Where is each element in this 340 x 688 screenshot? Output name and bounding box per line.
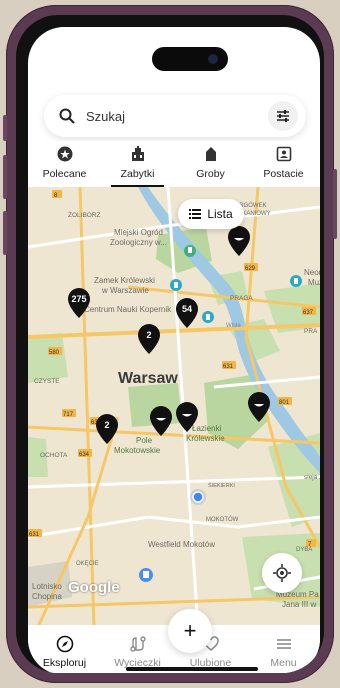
power-button (333, 169, 337, 239)
cluster-pin[interactable]: 2 (94, 413, 120, 445)
category-tabs: Polecane Zabytki Groby Postacie (28, 141, 320, 187)
cluster-count: 2 (146, 330, 152, 340)
cluster-pin[interactable]: 275 (66, 287, 92, 319)
map-label: Chopina (32, 592, 62, 601)
dynamic-island (152, 47, 228, 71)
map-label: Lotnisko (32, 582, 62, 591)
screen: 8 629 637 580 631 801 717 634 634 631 7 … (28, 27, 320, 673)
tab-label: Groby (196, 168, 225, 180)
nav-menu[interactable]: Menu (247, 625, 320, 673)
map-label: Jana III w (282, 600, 316, 609)
sliders-icon (277, 110, 289, 122)
nav-eksploruj[interactable]: Eksploruj (28, 625, 101, 673)
nav-label: Menu (270, 657, 297, 669)
nav-label: Eksploruj (42, 657, 87, 669)
castle-poi-icon[interactable] (170, 279, 182, 291)
map-label: Neon (304, 268, 320, 277)
list-icon (189, 209, 202, 219)
road-badge: 717 (63, 412, 74, 418)
star-badge-icon (57, 146, 72, 162)
search-icon (59, 108, 75, 124)
side-button (3, 115, 7, 141)
volume-down-button (3, 211, 7, 255)
tab-zabytki[interactable]: Zabytki (101, 141, 174, 187)
home-indicator (126, 667, 258, 671)
map-label: Miejski Ogród (114, 228, 163, 237)
volume-up-button (3, 155, 7, 199)
cluster-pin[interactable]: 2 (136, 323, 162, 355)
map-label: Mokotowskie (114, 446, 161, 455)
cluster-count: 2 (104, 420, 110, 430)
tab-polecane[interactable]: Polecane (28, 141, 101, 187)
add-button[interactable]: + (168, 609, 212, 653)
tombstone-icon (205, 147, 216, 161)
tab-label: Postacie (263, 168, 304, 180)
monument-pin[interactable] (174, 401, 200, 433)
map-label: MOKOTÓW (206, 516, 239, 523)
cluster-pin[interactable]: 54 (174, 297, 200, 329)
tab-postacie[interactable]: Postacie (247, 141, 320, 187)
map-label: Centrum Nauki Kopernik (84, 305, 172, 314)
map-label: Królewskie (186, 434, 225, 443)
monument-pin[interactable] (226, 225, 252, 257)
map-label: Pole (136, 436, 153, 445)
map-label: Zoologiczny w... (110, 238, 167, 247)
tab-groby[interactable]: Groby (174, 141, 247, 187)
map-label: sleja Ż (304, 472, 320, 481)
road-badge: 634 (79, 452, 90, 458)
route-icon (129, 636, 146, 652)
crosshair-icon (273, 564, 291, 582)
search-input[interactable]: Szukaj (86, 109, 125, 124)
camera-icon (208, 54, 218, 64)
map-label: OKĘCIE (76, 561, 99, 567)
map-label: Wisła (226, 323, 241, 329)
road-badge: 801 (279, 400, 290, 406)
nav-wycieczki[interactable]: Wycieczki (101, 625, 174, 673)
tab-label: Zabytki (120, 168, 155, 180)
my-location-dot (192, 491, 204, 503)
road-badge: 637 (303, 310, 314, 316)
portrait-icon (276, 146, 291, 162)
monument-pin[interactable] (246, 391, 272, 423)
road-badge: 629 (245, 266, 256, 272)
map-label: Zamek Królewski (94, 276, 155, 285)
map-label: Muz (308, 278, 320, 287)
zoo-poi-icon[interactable] (184, 245, 196, 257)
neon-museum-poi-icon[interactable] (290, 275, 302, 287)
map-label: PRA (304, 328, 318, 335)
list-view-label: Lista (207, 207, 233, 221)
search-bar[interactable]: Szukaj (44, 95, 306, 137)
map-label: DYBA (296, 547, 312, 553)
map-label: OCHOTA (40, 452, 68, 459)
road-badge: 580 (49, 350, 60, 356)
map-label: ŚIEKIERKI (208, 481, 235, 489)
map-label: CZYSTE (34, 378, 60, 385)
list-view-button[interactable]: Lista (178, 199, 244, 229)
city-label: Warsaw (118, 370, 178, 387)
museum-poi-icon[interactable] (202, 311, 214, 323)
building-icon (131, 146, 144, 161)
road-badge: 631 (29, 532, 40, 538)
cluster-count: 275 (71, 294, 87, 304)
filter-button[interactable] (268, 101, 298, 131)
map-label: ŻOLIBORZ (68, 210, 101, 219)
map-label: Westfield Mokotów (148, 540, 215, 549)
menu-icon (276, 639, 291, 649)
google-logo: Google (68, 579, 120, 596)
map-label: w Warszawie (101, 286, 149, 295)
road-badge: 631 (223, 364, 234, 370)
mall-poi-icon[interactable] (139, 568, 153, 582)
my-location-button[interactable] (262, 553, 302, 593)
cluster-count: 54 (181, 304, 192, 314)
monument-pin[interactable] (148, 405, 174, 437)
phone-frame: 8 629 637 580 631 801 717 634 634 631 7 … (3, 5, 337, 683)
tab-label: Polecane (42, 168, 87, 180)
compass-icon (56, 635, 73, 653)
map-label: PRAGA (230, 295, 253, 302)
bezel: 8 629 637 580 631 801 717 634 634 631 7 … (16, 15, 324, 673)
